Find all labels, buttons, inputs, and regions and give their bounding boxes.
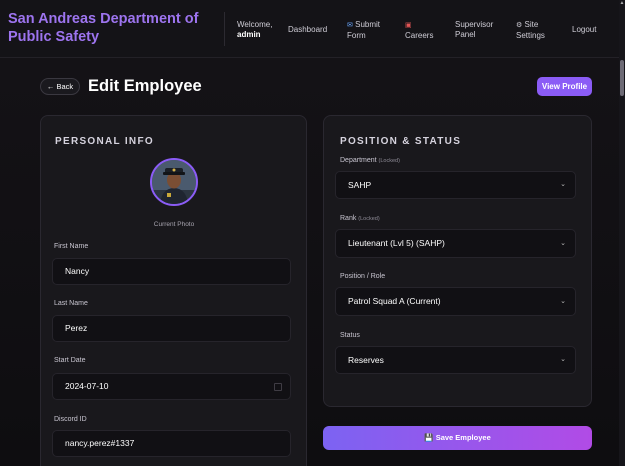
rank-label-text: Rank bbox=[340, 215, 357, 222]
rank-select[interactable]: Lieutenant (Lvl 5) (SAHP) ⌄ bbox=[335, 229, 576, 258]
submit-form-icon: ✉ bbox=[347, 22, 353, 29]
nav-site-label-1: Site bbox=[524, 20, 539, 29]
page-title: Edit Employee bbox=[88, 77, 202, 95]
careers-icon: ▣ bbox=[405, 22, 412, 29]
first-name-label: First Name bbox=[54, 243, 89, 250]
rank-locked-note: (Locked) bbox=[358, 216, 380, 222]
department-label: Department (Locked) bbox=[340, 157, 400, 164]
last-name-field[interactable]: Perez bbox=[52, 315, 291, 342]
personal-info-title: PERSONAL INFO bbox=[55, 136, 154, 147]
department-label-text: Department bbox=[340, 157, 377, 164]
employee-photo bbox=[150, 158, 198, 206]
discord-id-field[interactable]: nancy.perez#1337 bbox=[52, 430, 291, 457]
department-select[interactable]: SAHP ⌄ bbox=[335, 171, 576, 199]
save-label: Save Employee bbox=[435, 433, 491, 442]
welcome-username: admin bbox=[237, 30, 261, 39]
nav-logout[interactable]: Logout bbox=[572, 25, 596, 35]
save-icon: 💾 bbox=[424, 433, 434, 442]
last-name-label: Last Name bbox=[54, 300, 88, 307]
status-value: Reserves bbox=[348, 355, 384, 365]
nav-careers-label: Careers bbox=[405, 31, 434, 40]
start-date-field[interactable]: 2024-07-10 bbox=[52, 373, 291, 400]
rank-value: Lieutenant (Lvl 5) (SAHP) bbox=[348, 238, 445, 248]
position-status-title: POSITION & STATUS bbox=[340, 136, 462, 147]
rank-label: Rank (Locked) bbox=[340, 215, 380, 222]
start-date-label: Start Date bbox=[54, 357, 86, 364]
status-label: Status bbox=[340, 332, 360, 339]
status-select[interactable]: Reserves ⌄ bbox=[335, 346, 576, 374]
chevron-down-icon: ⌄ bbox=[560, 240, 566, 247]
nav-dashboard[interactable]: Dashboard bbox=[288, 25, 327, 35]
chevron-down-icon: ⌄ bbox=[560, 298, 566, 305]
officer-avatar-icon bbox=[152, 160, 196, 204]
save-employee-button[interactable]: 💾 Save Employee bbox=[323, 426, 592, 450]
nav-submit-label-2: Form bbox=[347, 31, 366, 40]
nav-site-settings[interactable]: ⚙ Site Settings bbox=[516, 20, 545, 41]
nav-submit-form[interactable]: ✉ Submit Form bbox=[347, 20, 380, 41]
nav-site-label-2: Settings bbox=[516, 31, 545, 40]
scroll-up-icon[interactable]: ▲ bbox=[619, 0, 625, 6]
site-brand[interactable]: San Andreas Department of Public Safety bbox=[8, 10, 208, 46]
position-role-value: Patrol Squad A (Current) bbox=[348, 296, 441, 306]
department-value: SAHP bbox=[348, 180, 372, 190]
chevron-down-icon: ⌄ bbox=[560, 356, 566, 363]
back-button[interactable]: ← Back bbox=[40, 78, 80, 95]
view-profile-button[interactable]: View Profile bbox=[537, 77, 592, 96]
welcome-label: Welcome, bbox=[237, 20, 273, 29]
nav-supervisor-label-2: Panel bbox=[455, 30, 476, 39]
chevron-down-icon: ⌄ bbox=[560, 181, 566, 188]
position-role-select[interactable]: Patrol Squad A (Current) ⌄ bbox=[335, 287, 576, 316]
position-role-label: Position / Role bbox=[340, 273, 386, 280]
department-locked-note: (Locked) bbox=[378, 158, 400, 164]
page-scrollbar[interactable]: ▲ bbox=[619, 0, 625, 466]
scrollbar-thumb[interactable] bbox=[620, 60, 624, 96]
nav-divider bbox=[224, 12, 225, 46]
nav-careers[interactable]: ▣ Careers bbox=[405, 20, 433, 41]
discord-id-label: Discord ID bbox=[54, 416, 87, 423]
calendar-icon[interactable] bbox=[274, 383, 282, 391]
nav-submit-label-1: Submit bbox=[355, 20, 381, 29]
photo-caption: Current Photo bbox=[153, 221, 195, 228]
welcome-text: Welcome, admin bbox=[237, 20, 272, 40]
gear-icon: ⚙ bbox=[516, 22, 523, 29]
nav-supervisor-panel[interactable]: Supervisor Panel bbox=[455, 20, 493, 40]
first-name-field[interactable]: Nancy bbox=[52, 258, 291, 285]
nav-supervisor-label-1: Supervisor bbox=[455, 20, 494, 29]
top-nav-bar: San Andreas Department of Public Safety … bbox=[0, 0, 625, 58]
start-date-value: 2024-07-10 bbox=[65, 381, 109, 391]
